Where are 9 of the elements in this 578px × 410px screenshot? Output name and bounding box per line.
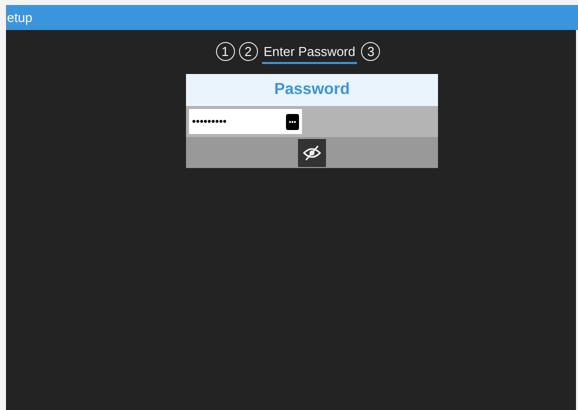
step-circle: 3	[361, 42, 380, 61]
step-circle: 1	[216, 42, 235, 61]
header-title: etup	[6, 9, 32, 27]
toggle-visibility-button[interactable]	[298, 138, 326, 166]
card-title: Password	[186, 74, 438, 106]
step-circle: 2	[238, 42, 258, 61]
current-step-label: Enter Password	[262, 42, 358, 64]
password-field[interactable]: •••••••••	[189, 109, 302, 134]
eye-slash-icon	[303, 144, 321, 160]
